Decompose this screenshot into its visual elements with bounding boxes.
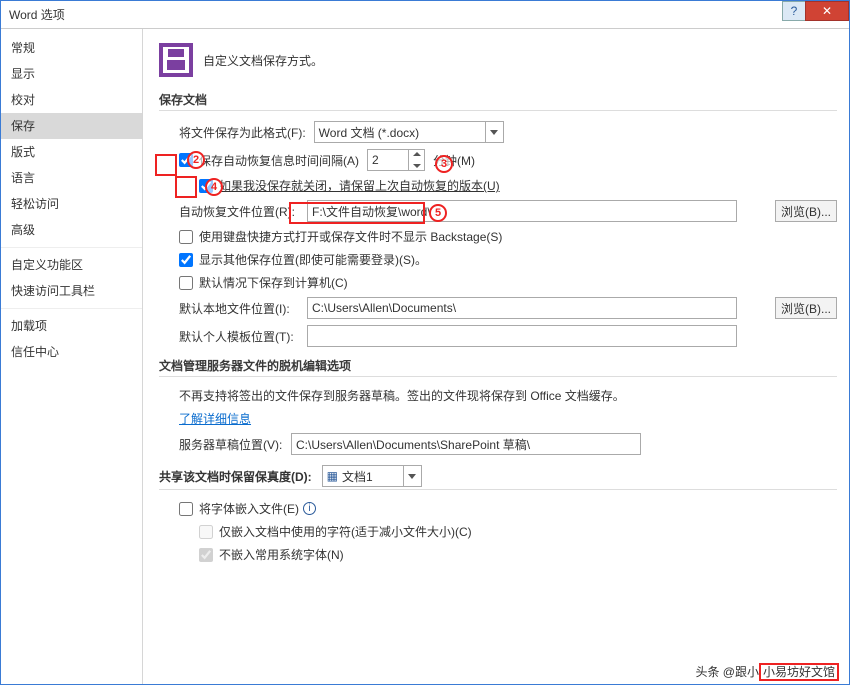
learn-more-link[interactable]: 了解详细信息 [179,410,251,427]
draft-path-input[interactable] [291,433,641,455]
fidelity-doc-select[interactable]: ▦文档1 [322,465,422,487]
info-icon[interactable]: i [303,502,316,515]
tpl-path-input[interactable] [307,325,737,347]
show-other-checkbox[interactable] [179,253,193,267]
autosave-checkbox[interactable] [179,153,193,167]
section-fidelity: 共享该文档时保留保真度(D): ▦文档1 [159,465,837,490]
section-save-docs: 保存文档 [159,91,837,111]
local-path-input[interactable] [307,297,737,319]
window-title: Word 选项 [9,6,65,23]
titlebar: Word 选项 ? ✕ [1,1,849,29]
embed-nosys-label: 不嵌入常用系统字体(N) [219,546,344,563]
annot-box-2 [155,154,177,176]
sidebar-item-display[interactable]: 显示 [1,61,142,87]
embed-only-checkbox [199,525,213,539]
options-window: Word 选项 ? ✕ 常规 显示 校对 保存 版式 语言 轻松访问 高级 自定… [0,0,850,685]
embed-fonts-label: 将字体嵌入文件(E) [199,500,299,517]
row-autosave: 保存自动恢复信息时间间隔(A) 分钟(M) [179,149,837,171]
local-path-label: 默认本地文件位置(I): [179,300,307,317]
format-label: 将文件保存为此格式(F): [179,124,306,141]
default-comp-label: 默认情况下保存到计算机(C) [199,274,348,291]
sidebar-item-general[interactable]: 常规 [1,35,142,61]
embed-fonts-checkbox[interactable] [179,502,193,516]
backstage-label: 使用键盘快捷方式打开或保存文件时不显示 Backstage(S) [199,228,502,245]
fidelity-label: 共享该文档时保留保真度(D): [159,468,312,485]
format-select[interactable]: Word 文档 (*.docx) [314,121,504,143]
save-icon [159,43,193,77]
help-button[interactable]: ? [782,1,806,21]
row-draft-path: 服务器草稿位置(V): [179,433,837,455]
keep-last-label: 如果我没保存就关闭，请保留上次自动恢复的版本(U) [219,177,500,194]
row-default-comp: 默认情况下保存到计算机(C) [179,274,837,291]
row-keep-last: 如果我没保存就关闭，请保留上次自动恢复的版本(U) [199,177,837,194]
close-button[interactable]: ✕ [805,1,849,21]
sidebar-item-layout[interactable]: 版式 [1,139,142,165]
sidebar-item-ribbon[interactable]: 自定义功能区 [1,247,142,278]
embed-only-label: 仅嵌入文档中使用的字符(适于减小文件大小)(C) [219,523,472,540]
row-local-path: 默认本地文件位置(I): 浏览(B)... [179,297,837,319]
show-other-label: 显示其他保存位置(即使可能需要登录)(S)。 [199,251,427,268]
watermark: 头条 @跟小小易坊好文馆 [695,663,839,680]
format-value: Word 文档 (*.docx) [319,124,419,141]
sidebar-item-advanced[interactable]: 高级 [1,217,142,243]
tpl-path-label: 默认个人模板位置(T): [179,328,307,345]
autosave-interval[interactable] [367,149,425,171]
draft-path-label: 服务器草稿位置(V): [179,436,291,453]
row-show-other: 显示其他保存位置(即使可能需要登录)(S)。 [179,251,837,268]
recover-path-input[interactable] [307,200,737,222]
panel-header: 自定义文档保存方式。 [159,43,837,77]
fidelity-doc: 文档1 [342,468,373,485]
local-browse-button[interactable]: 浏览(B)... [775,297,837,319]
sidebar-item-proofing[interactable]: 校对 [1,87,142,113]
row-recover-path: 自动恢复文件位置(R): 浏览(B)... [179,200,837,222]
row-backstage: 使用键盘快捷方式打开或保存文件时不显示 Backstage(S) [179,228,837,245]
row-embed-only: 仅嵌入文档中使用的字符(适于减小文件大小)(C) [199,523,837,540]
recover-browse-button[interactable]: 浏览(B)... [775,200,837,222]
window-buttons: ? ✕ [783,1,849,21]
sidebar-item-language[interactable]: 语言 [1,165,142,191]
sidebar-item-trust[interactable]: 信任中心 [1,339,142,365]
keep-last-checkbox[interactable] [199,179,213,193]
annot-box-4 [175,176,197,198]
default-comp-checkbox[interactable] [179,276,193,290]
autosave-unit: 分钟(M) [433,152,475,169]
panel-header-text: 自定义文档保存方式。 [203,52,323,69]
row-format: 将文件保存为此格式(F): Word 文档 (*.docx) [179,121,837,143]
autosave-label: 保存自动恢复信息时间间隔(A) [199,152,359,169]
section-offline: 文档管理服务器文件的脱机编辑选项 [159,357,837,377]
body: 常规 显示 校对 保存 版式 语言 轻松访问 高级 自定义功能区 快速访问工具栏… [1,29,849,684]
embed-nosys-checkbox [199,548,213,562]
main-panel: 自定义文档保存方式。 保存文档 将文件保存为此格式(F): Word 文档 (*… [143,29,849,684]
sidebar-item-addins[interactable]: 加载项 [1,308,142,339]
sidebar-item-ease[interactable]: 轻松访问 [1,191,142,217]
row-embed-nosys: 不嵌入常用系统字体(N) [199,546,837,563]
row-embed-fonts: 将字体嵌入文件(E) i [179,500,837,517]
recover-path-label: 自动恢复文件位置(R): [179,203,307,220]
autosave-value[interactable] [368,150,406,170]
sidebar-item-qat[interactable]: 快速访问工具栏 [1,278,142,304]
sidebar-item-save[interactable]: 保存 [1,113,142,139]
sidebar: 常规 显示 校对 保存 版式 语言 轻松访问 高级 自定义功能区 快速访问工具栏… [1,29,143,684]
offline-note: 不再支持将签出的文件保存到服务器草稿。签出的文件现将保存到 Office 文档缓… [179,387,837,404]
backstage-checkbox[interactable] [179,230,193,244]
row-tpl-path: 默认个人模板位置(T): [179,325,837,347]
